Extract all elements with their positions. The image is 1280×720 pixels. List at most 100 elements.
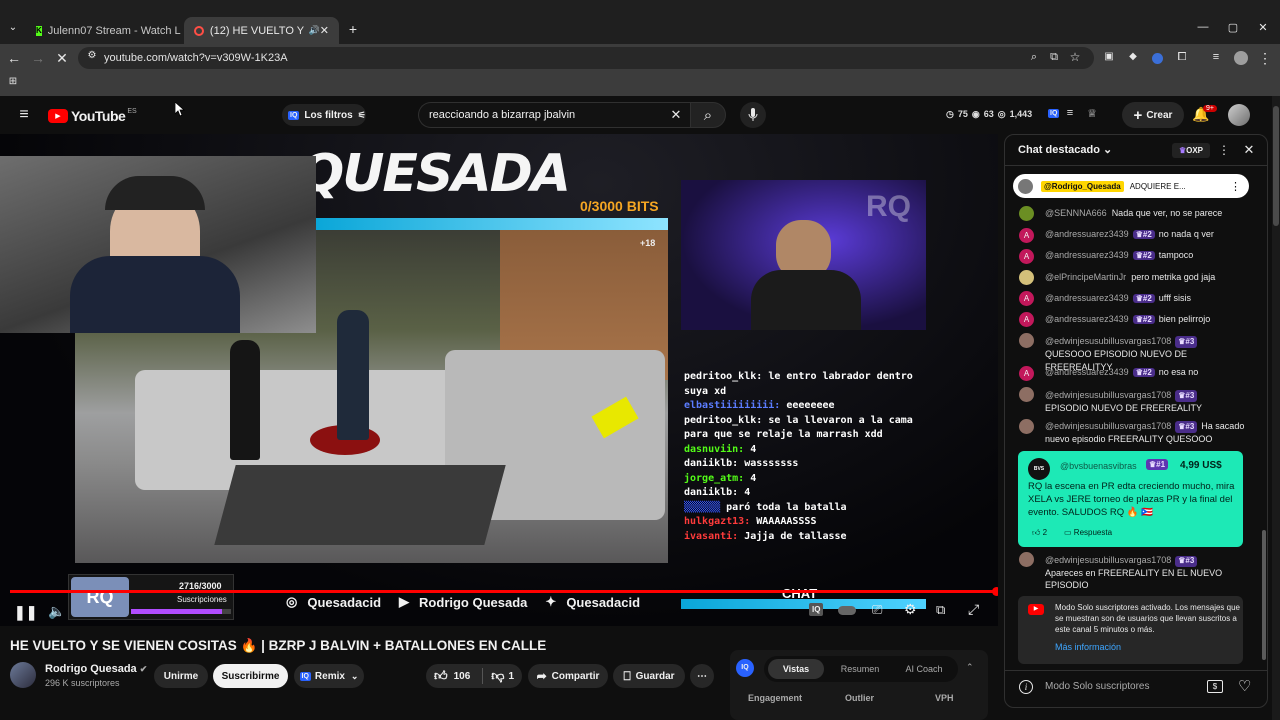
- forward-icon[interactable]: →: [30, 50, 46, 66]
- stats-menu-icon[interactable]: ≡: [1064, 107, 1076, 119]
- close-tab-icon[interactable]: ✕: [320, 24, 329, 37]
- filters-button[interactable]: IQ Los filtros ⚟: [282, 104, 366, 126]
- settings-gear-icon[interactable]: ⚙: [904, 601, 917, 618]
- zoom-icon[interactable]: ⌕: [1028, 51, 1040, 64]
- scroll-thumb[interactable]: [1273, 106, 1279, 226]
- search-input[interactable]: reaccioando a bizarrap jbalvin: [418, 102, 692, 128]
- social-youtube: Rodrigo Quesada: [419, 594, 528, 610]
- like-count[interactable]: 106: [454, 671, 471, 682]
- channel-avatar[interactable]: [10, 662, 36, 688]
- info-icon[interactable]: i: [1019, 680, 1033, 694]
- more-info-link[interactable]: Más información: [1055, 642, 1121, 652]
- miniplayer-icon[interactable]: ⧉: [936, 602, 945, 618]
- tab-search-chevron-icon[interactable]: ⌄: [6, 22, 20, 33]
- new-tab-icon[interactable]: +: [346, 21, 360, 37]
- chat-input[interactable]: Modo Solo suscriptores: [1045, 681, 1150, 692]
- url-field[interactable]: youtube.com/watch?v=v309W-1K23A: [78, 47, 1094, 69]
- bookmark-star-icon[interactable]: ☆: [1069, 50, 1081, 64]
- streamer-hoodie: [70, 256, 240, 333]
- share-label: Compartir: [551, 670, 600, 682]
- clear-search-icon[interactable]: ✕: [668, 107, 684, 123]
- xp-badge[interactable]: ♛OXP: [1172, 143, 1210, 158]
- trophy-icon[interactable]: ♕: [1086, 107, 1098, 120]
- share-button[interactable]: ➦ Compartir: [528, 664, 608, 688]
- chat-avatar: [1019, 419, 1034, 434]
- extension-1-icon[interactable]: ▣: [1103, 51, 1115, 62]
- microphone-icon: [748, 108, 758, 121]
- create-button[interactable]: + Crear: [1122, 102, 1184, 128]
- stop-loading-icon[interactable]: ✕: [54, 50, 70, 67]
- save-button[interactable]: ⎕ Guardar: [613, 664, 685, 688]
- extensions-puzzle-icon[interactable]: ⧠: [1176, 51, 1188, 64]
- browser-tab-1[interactable]: K Julenn07 Stream - Watch Live o ✕: [26, 17, 181, 44]
- chat-header-divider: [1004, 165, 1268, 166]
- chat-message: @andressuarez3439 ♛#2 bien pelirrojo: [1045, 314, 1211, 324]
- extension-3-icon[interactable]: [1152, 53, 1163, 64]
- fullscreen-icon[interactable]: ⤢: [968, 601, 979, 618]
- minimize-icon[interactable]: —: [1196, 21, 1210, 33]
- heart-icon[interactable]: ♡: [1238, 677, 1251, 695]
- pinned-message[interactable]: @Rodrigo_Quesada ADQUIERE E... ⋮: [1013, 174, 1249, 198]
- browser-menu-icon[interactable]: ⋮: [1258, 50, 1272, 67]
- plus-icon: +: [1133, 106, 1143, 124]
- seek-handle[interactable]: [992, 587, 998, 596]
- host-shirt: [751, 270, 861, 330]
- thumbs-up-icon[interactable]: 👍︎: [434, 668, 448, 684]
- apps-grid-icon[interactable]: ⊞: [7, 76, 19, 87]
- tab-title: Julenn07 Stream - Watch Live o: [47, 24, 181, 37]
- channel-name[interactable]: Rodrigo Quesada ✔: [45, 663, 147, 675]
- superchat-like[interactable]: 👍︎ 2: [1032, 528, 1047, 538]
- site-info-icon[interactable]: ⚙: [86, 50, 98, 61]
- cast-icon[interactable]: ⧉: [1048, 51, 1060, 64]
- stat-c: 1,443: [1009, 109, 1033, 119]
- super-chat[interactable]: BVS @bvsbuenasvibras ♛#1 4,99 US$ RQ la …: [1018, 451, 1243, 547]
- chat-message: @edwinjesusubillusvargas1708 ♛#3 EPISODIO …: [1045, 390, 1203, 414]
- search-button[interactable]: ⌕: [690, 102, 726, 128]
- seek-bar[interactable]: [10, 590, 996, 593]
- tab-vistas[interactable]: Vistas: [768, 659, 824, 679]
- subtitles-icon[interactable]: ⎚: [872, 602, 882, 618]
- search-icon: ⌕: [703, 106, 713, 124]
- crown-icon: ♛: [1135, 251, 1143, 260]
- account-avatar[interactable]: [1228, 104, 1250, 126]
- page-scrollbar[interactable]: [1272, 96, 1280, 720]
- superchat-reply[interactable]: ▭ Respuesta: [1064, 528, 1112, 537]
- collapse-chevron-icon[interactable]: ⌃: [966, 662, 974, 673]
- pause-icon[interactable]: ❚❚: [14, 604, 37, 621]
- tab-resumen[interactable]: Resumen: [832, 659, 888, 679]
- reading-list-icon[interactable]: ≡: [1210, 51, 1222, 63]
- voice-search-button[interactable]: [740, 102, 766, 128]
- iq-player-icon[interactable]: IQ: [809, 603, 824, 616]
- remix-button[interactable]: IQ Remix ⌄: [294, 664, 364, 688]
- chat-avatar: A: [1019, 228, 1034, 243]
- person-2: [337, 310, 369, 440]
- browser-tab-2[interactable]: (12) HE VUELTO Y SE VIENEN 🔊 ✕: [184, 17, 339, 44]
- stream-chat-line: jorge_atm: 4: [684, 472, 757, 484]
- close-window-icon[interactable]: ✕: [1256, 21, 1270, 34]
- super-chat-dollar-icon[interactable]: $: [1207, 680, 1223, 693]
- back-icon[interactable]: ←: [6, 50, 22, 66]
- chat-scroll-thumb[interactable]: [1262, 530, 1266, 660]
- hamburger-menu-icon[interactable]: ≡: [14, 106, 34, 124]
- chat-menu-icon[interactable]: ⋮: [1218, 143, 1230, 157]
- volume-icon[interactable]: 🔈: [48, 603, 65, 620]
- extension-2-icon[interactable]: ◆: [1127, 51, 1139, 62]
- join-button[interactable]: Unirme: [154, 664, 208, 688]
- maximize-icon[interactable]: ▢: [1226, 21, 1240, 34]
- profile-avatar[interactable]: [1234, 51, 1248, 65]
- close-chat-icon[interactable]: ✕: [1243, 142, 1255, 158]
- pinned-menu-icon[interactable]: ⋮: [1230, 180, 1241, 193]
- tab-ai-coach[interactable]: AI Coach: [896, 659, 952, 679]
- youtube-logo[interactable]: ▶ YouTube ES: [48, 108, 137, 124]
- create-label: Crear: [1146, 109, 1173, 121]
- video-player[interactable]: QUESADA 0/3000 BITS +18 RQ pedritoo_klk:…: [0, 134, 998, 626]
- social-instagram: Quesadacid: [307, 594, 382, 610]
- iq-extension-icon[interactable]: IQ: [1048, 109, 1060, 118]
- thumbs-down-icon[interactable]: 👎︎: [491, 668, 504, 684]
- subscribe-button[interactable]: Suscribirme: [213, 664, 288, 688]
- autoplay-toggle[interactable]: [838, 606, 856, 615]
- chat-mode-dropdown[interactable]: Chat destacado ⌄: [1018, 143, 1112, 156]
- more-actions-button[interactable]: ⋯: [690, 664, 714, 688]
- speaker-icon[interactable]: 🔊: [309, 25, 320, 36]
- stream-chat-line: ivasanti: Jajja de tallasse: [684, 530, 847, 542]
